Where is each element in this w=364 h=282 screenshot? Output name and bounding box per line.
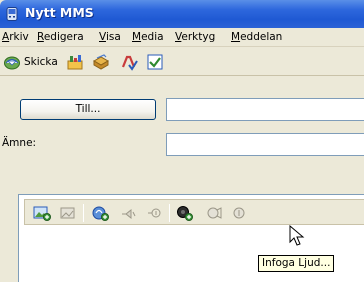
sound-off-icon xyxy=(148,208,161,218)
add-image-button[interactable] xyxy=(33,204,51,222)
media-toolbar xyxy=(24,199,364,225)
subject-label: Ämne: xyxy=(2,137,37,149)
image-disabled-icon xyxy=(60,207,75,219)
menu-visa[interactable]: Visa xyxy=(99,31,121,43)
contact-card-icon xyxy=(67,55,83,70)
contact-card-button[interactable] xyxy=(66,53,84,71)
menu-meddelande[interactable]: Meddelan xyxy=(231,31,282,43)
video-disabled-button[interactable] xyxy=(205,204,223,222)
sound-off-button[interactable] xyxy=(145,204,163,222)
image-disabled-button[interactable] xyxy=(59,204,77,222)
send-label: Skicka xyxy=(24,56,58,68)
toolbar-separator xyxy=(83,204,84,222)
insert-audio-icon xyxy=(177,206,193,221)
attach-icon xyxy=(92,54,110,70)
mouse-cursor-icon xyxy=(289,225,305,246)
subject-field[interactable] xyxy=(166,133,364,156)
mms-window: Nytt MMS Arkiv Redigera Visa Media Verkt… xyxy=(0,0,364,282)
add-image-icon xyxy=(33,206,51,221)
menu-redigera[interactable]: Redigera xyxy=(37,31,84,43)
window-title: Nytt MMS xyxy=(25,5,94,20)
tooltip: Infoga Ljud... xyxy=(258,255,335,272)
spell-check-button[interactable] xyxy=(120,53,138,71)
to-field[interactable] xyxy=(166,98,364,121)
sound-disabled-icon xyxy=(122,208,136,220)
add-sound-button[interactable] xyxy=(91,204,109,222)
video-disabled-2-button[interactable] xyxy=(231,204,249,222)
menu-arkiv[interactable]: Arkiv xyxy=(2,31,29,43)
app-icon xyxy=(6,7,18,21)
toolbar-separator xyxy=(169,204,170,222)
check-icon xyxy=(147,54,163,70)
title-bar: Nytt MMS xyxy=(0,0,364,28)
to-button[interactable]: Till... xyxy=(20,99,156,120)
video-disabled-2-icon xyxy=(233,207,245,219)
main-toolbar: Skicka xyxy=(0,47,364,76)
menu-bar: Arkiv Redigera Visa Media Verktyg Meddel… xyxy=(0,28,364,47)
send-button[interactable]: Skicka xyxy=(3,53,58,71)
menu-verktyg[interactable]: Verktyg xyxy=(175,31,215,43)
video-disabled-icon xyxy=(207,207,222,219)
add-sound-icon xyxy=(92,206,109,221)
spell-check-icon xyxy=(121,55,138,71)
send-icon xyxy=(4,56,20,70)
menu-media[interactable]: Media xyxy=(132,31,164,43)
check-button[interactable] xyxy=(146,53,164,71)
insert-audio-button[interactable] xyxy=(176,204,194,222)
sound-disabled-button[interactable] xyxy=(119,204,137,222)
attach-button[interactable] xyxy=(92,53,110,71)
